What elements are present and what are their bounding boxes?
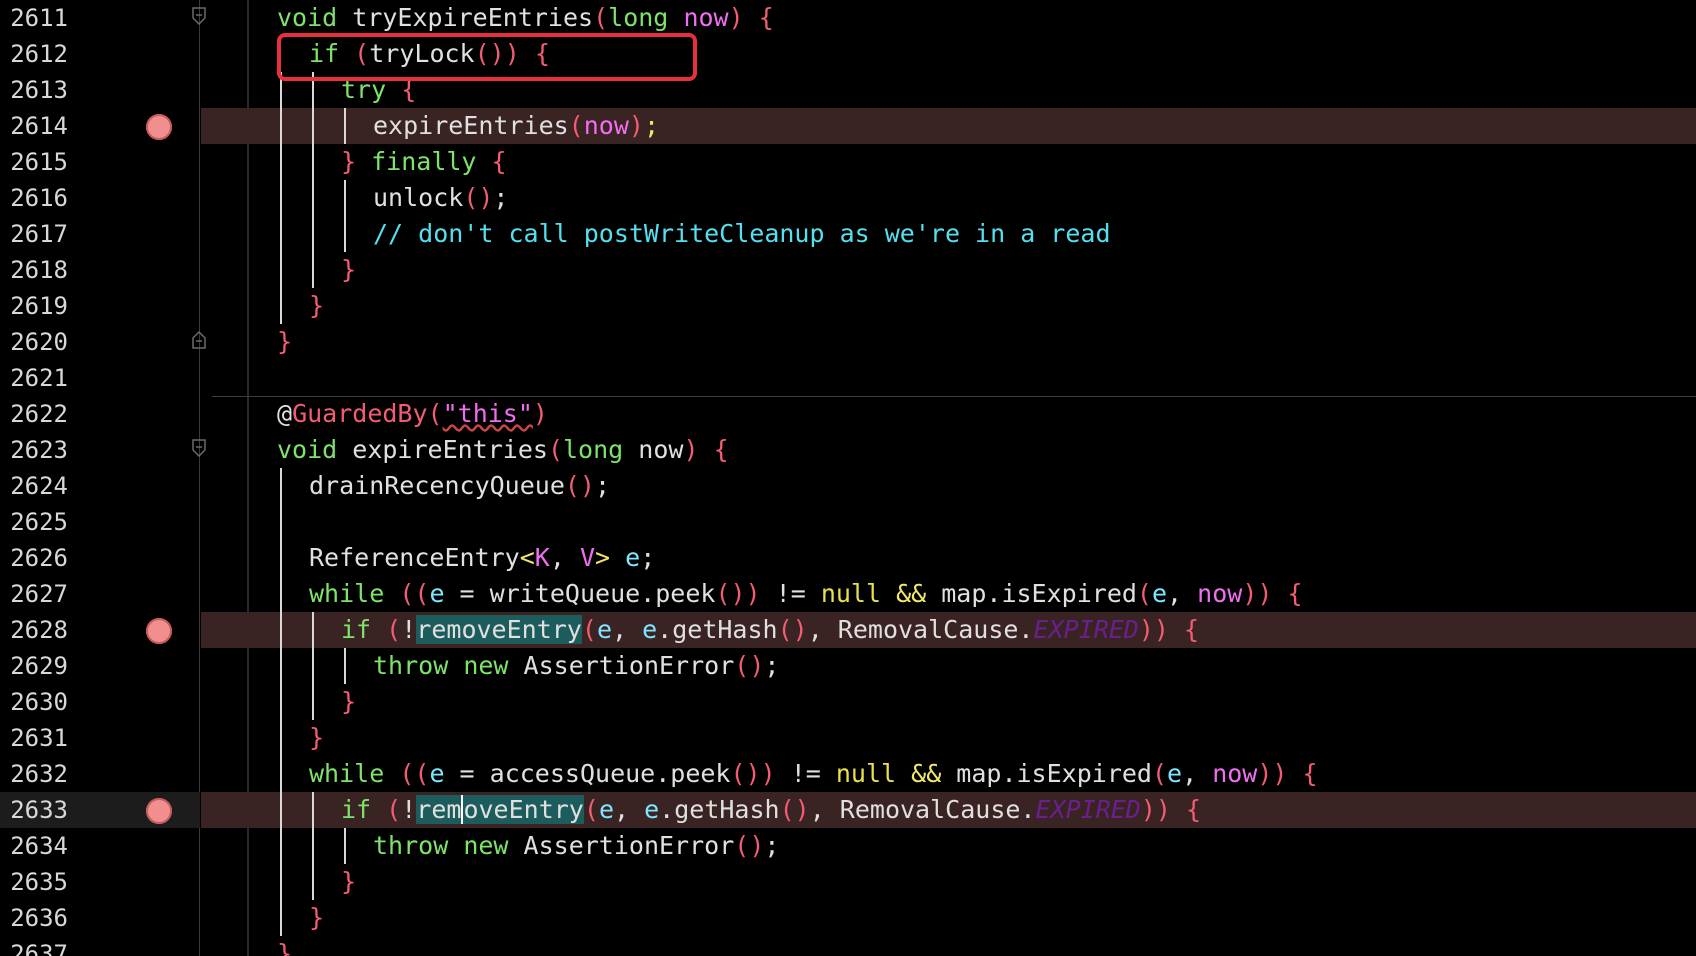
indent-guide	[312, 612, 314, 720]
code-line[interactable]: 2614 expireEntries(now);	[0, 108, 1696, 144]
line-number[interactable]: 2611	[0, 3, 68, 33]
code-text[interactable]: expireEntries(now);	[373, 111, 659, 141]
code-line[interactable]: 2637 }	[0, 936, 1696, 956]
line-number[interactable]: 2633	[0, 795, 68, 825]
code-line[interactable]: 2611 void tryExpireEntries(long now) {	[0, 0, 1696, 36]
line-number[interactable]: 2617	[0, 219, 68, 249]
code-line[interactable]: 2629 throw new AssertionError();	[0, 648, 1696, 684]
code-line[interactable]: 2617 // don't call postWriteCleanup as w…	[0, 216, 1696, 252]
breakpoint-icon[interactable]	[146, 618, 172, 644]
line-number[interactable]: 2619	[0, 291, 68, 321]
code-text[interactable]: }	[309, 291, 324, 321]
indent-guide	[312, 792, 314, 900]
line-number[interactable]: 2636	[0, 903, 68, 933]
line-number[interactable]: 2634	[0, 831, 68, 861]
code-line[interactable]: 2635 }	[0, 864, 1696, 900]
code-line[interactable]: 2628 if (!removeEntry(e, e.getHash(), Re…	[0, 612, 1696, 648]
code-text[interactable]: }	[341, 255, 356, 285]
line-number[interactable]: 2620	[0, 327, 68, 357]
line-number[interactable]: 2614	[0, 111, 68, 141]
code-line[interactable]: 2630 }	[0, 684, 1696, 720]
line-number[interactable]: 2630	[0, 687, 68, 717]
line-number[interactable]: 2624	[0, 471, 68, 501]
line-number[interactable]: 2616	[0, 183, 68, 213]
indent-guide	[344, 648, 346, 684]
line-number[interactable]: 2618	[0, 255, 68, 285]
code-line[interactable]: 2625	[0, 504, 1696, 540]
code-text[interactable]: }	[309, 723, 324, 753]
code-text[interactable]: drainRecencyQueue();	[309, 471, 610, 501]
code-line[interactable]: 2626 ReferenceEntry<K, V> e;	[0, 540, 1696, 576]
indent-guide	[344, 108, 346, 144]
indent-guide	[280, 72, 282, 324]
code-text[interactable]: }	[341, 867, 356, 897]
line-number[interactable]: 2635	[0, 867, 68, 897]
code-line[interactable]: 2619 }	[0, 288, 1696, 324]
breakpoint-icon[interactable]	[146, 798, 172, 824]
indent-guide	[312, 72, 314, 288]
code-text[interactable]: throw new AssertionError();	[373, 651, 779, 681]
code-text[interactable]: while ((e = accessQueue.peek()) != null …	[309, 759, 1318, 789]
line-number[interactable]: 2626	[0, 543, 68, 573]
line-number[interactable]: 2632	[0, 759, 68, 789]
line-number[interactable]: 2629	[0, 651, 68, 681]
code-text[interactable]: void expireEntries(long now) {	[277, 435, 729, 465]
code-line[interactable]: 2621	[0, 360, 1696, 396]
code-comment[interactable]: // don't call postWriteCleanup as we're …	[373, 219, 1111, 249]
code-text[interactable]: }	[309, 903, 324, 933]
code-text[interactable]: void tryExpireEntries(long now) {	[277, 3, 774, 33]
code-text[interactable]: if (!removeEntry(e, e.getHash(), Removal…	[341, 615, 1199, 645]
line-number[interactable]: 2623	[0, 435, 68, 465]
code-line[interactable]: 2612 if (tryLock()) {	[0, 36, 1696, 72]
line-number[interactable]: 2613	[0, 75, 68, 105]
code-line[interactable]: 2618 }	[0, 252, 1696, 288]
indent-guide	[280, 468, 282, 936]
line-number[interactable]: 2621	[0, 363, 68, 393]
line-number[interactable]: 2637	[0, 939, 68, 956]
line-number[interactable]: 2625	[0, 507, 68, 537]
line-number[interactable]: 2628	[0, 615, 68, 645]
code-editor[interactable]: 2611 void tryExpireEntries(long now) { 2…	[0, 0, 1696, 956]
highlight-callout-box	[277, 33, 697, 81]
breakpoint-icon[interactable]	[146, 114, 172, 140]
code-line[interactable]: 2615 } finally {	[0, 144, 1696, 180]
code-text[interactable]: }	[277, 327, 292, 357]
code-text[interactable]: }	[341, 687, 356, 717]
code-line[interactable]: 2632 while ((e = accessQueue.peek()) != …	[0, 756, 1696, 792]
code-line[interactable]: 2620 }	[0, 324, 1696, 360]
code-line[interactable]: 2623 void expireEntries(long now) {	[0, 432, 1696, 468]
code-text[interactable]: } finally {	[341, 147, 507, 177]
code-line[interactable]: 2622 @GuardedBy("this")	[0, 396, 1696, 432]
code-line[interactable]: 2624 drainRecencyQueue();	[0, 468, 1696, 504]
code-text[interactable]: while ((e = writeQueue.peek()) != null &…	[309, 579, 1303, 609]
line-number[interactable]: 2612	[0, 39, 68, 69]
code-line[interactable]: 2627 while ((e = writeQueue.peek()) != n…	[0, 576, 1696, 612]
code-text[interactable]: if (!removeEntry(e, e.getHash(), Removal…	[341, 795, 1201, 825]
code-text[interactable]: unlock();	[373, 183, 508, 213]
line-number[interactable]: 2631	[0, 723, 68, 753]
code-text[interactable]: throw new AssertionError();	[373, 831, 779, 861]
code-text[interactable]: ReferenceEntry<K, V> e;	[309, 543, 655, 573]
indent-guide	[344, 180, 346, 252]
code-line[interactable]: 2616 unlock();	[0, 180, 1696, 216]
code-line[interactable]: 2631 }	[0, 720, 1696, 756]
code-text[interactable]: }	[277, 939, 292, 956]
code-line[interactable]: 2634 throw new AssertionError();	[0, 828, 1696, 864]
code-text[interactable]: @GuardedBy("this")	[277, 399, 548, 429]
code-line-current[interactable]: 2633 💡 if (!removeEntry(e, e.getHash(), …	[0, 792, 1696, 828]
line-number[interactable]: 2627	[0, 579, 68, 609]
code-line[interactable]: 2636 }	[0, 900, 1696, 936]
code-line[interactable]: 2613 try {	[0, 72, 1696, 108]
line-number[interactable]: 2615	[0, 147, 68, 177]
indent-guide	[344, 828, 346, 864]
line-number[interactable]: 2622	[0, 399, 68, 429]
